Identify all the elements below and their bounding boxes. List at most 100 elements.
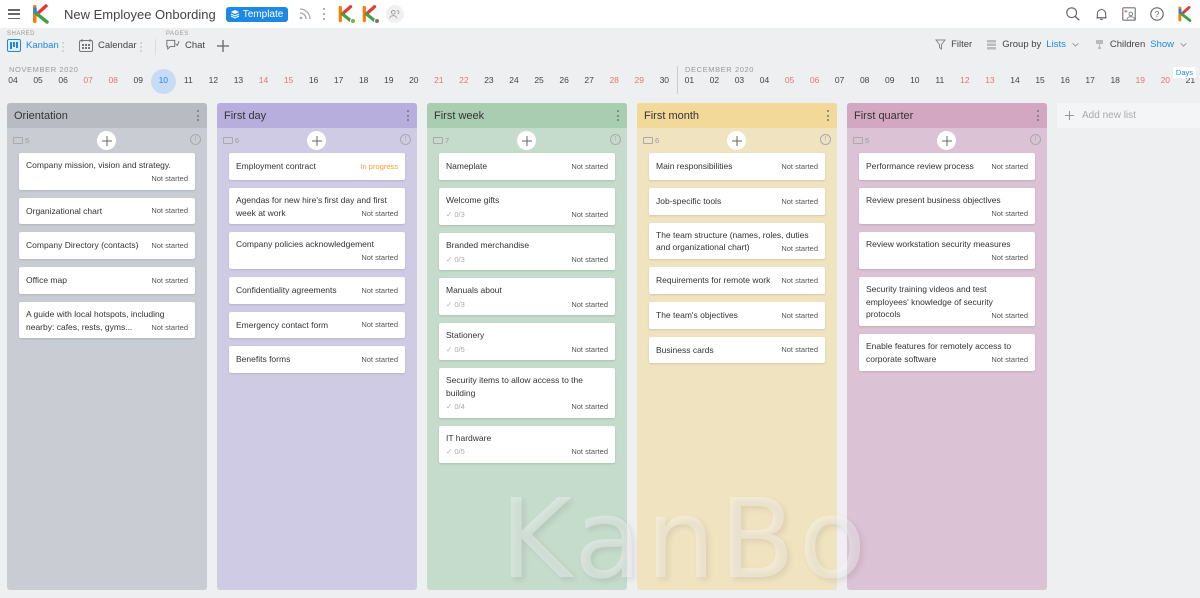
task-card[interactable]: Not started The team structure (names, ro… <box>649 222 825 259</box>
rss-icon[interactable] <box>298 7 312 21</box>
timeline-day[interactable]: 12 <box>953 75 977 85</box>
task-card[interactable]: Nameplate Not started <box>439 153 615 180</box>
add-card-button[interactable] <box>937 131 956 150</box>
task-card[interactable]: Security items to allow access to the bu… <box>439 367 615 418</box>
timeline-day[interactable]: 01 <box>677 75 701 85</box>
task-card[interactable]: The team's objectives Not started <box>649 301 825 329</box>
timeline-day[interactable]: 30 <box>652 75 676 85</box>
timeline-day[interactable]: 04 <box>1 75 25 85</box>
task-card[interactable]: Employment contract In progress <box>229 153 405 180</box>
list-header[interactable]: First quarter <box>847 103 1047 128</box>
timeline-day[interactable]: 09 <box>878 75 902 85</box>
timeline-day[interactable]: 13 <box>226 75 250 85</box>
search-icon[interactable] <box>1064 5 1082 23</box>
timeline-day[interactable]: 17 <box>1078 75 1102 85</box>
timeline-day[interactable]: 12 <box>201 75 225 85</box>
more-options-icon[interactable] <box>322 8 326 20</box>
task-card[interactable]: Requirements for remote work Not started <box>649 267 825 294</box>
task-card[interactable]: Office map Not started <box>19 267 195 294</box>
timeline-day[interactable]: 18 <box>352 75 376 85</box>
task-card[interactable]: Not started A guide with local hotspots, … <box>19 301 195 339</box>
info-icon[interactable]: ! <box>190 134 201 145</box>
timeline-day[interactable]: 28 <box>602 75 626 85</box>
task-card[interactable]: Performance review process Not started <box>859 153 1035 180</box>
task-card[interactable]: IT hardware ✓ 0/5 Not started <box>439 425 615 463</box>
list-menu-icon[interactable] <box>616 110 620 121</box>
timeline-day[interactable]: 14 <box>252 75 276 85</box>
timeline-day[interactable]: 13 <box>978 75 1002 85</box>
timeline-day[interactable]: 14 <box>1003 75 1027 85</box>
task-card[interactable]: Main responsibilities Not started <box>649 153 825 180</box>
task-card[interactable]: Manuals about ✓ 0/3 Not started <box>439 277 615 315</box>
timeline-day[interactable]: 17 <box>327 75 351 85</box>
kanbo-home-logo[interactable] <box>1176 5 1194 23</box>
list-menu-icon[interactable] <box>826 110 830 121</box>
timeline-day[interactable]: 25 <box>527 75 551 85</box>
days-zoom-button[interactable]: Days <box>1172 67 1196 78</box>
list-header[interactable]: First week <box>427 103 627 128</box>
timeline-day[interactable]: 07 <box>76 75 100 85</box>
add-new-list-button[interactable]: Add new list <box>1057 103 1200 128</box>
list-header[interactable]: Orientation <box>7 103 207 128</box>
kanbo-logo[interactable] <box>30 3 52 25</box>
task-card[interactable]: Company mission, vision and strategy. Not… <box>19 153 195 190</box>
tab-calendar[interactable]: Calendar <box>79 39 137 52</box>
timeline-day[interactable]: 09 <box>126 75 150 85</box>
list-menu-icon[interactable] <box>196 110 200 121</box>
timeline-day[interactable]: 08 <box>853 75 877 85</box>
task-card[interactable]: Branded merchandise ✓ 0/3 Not started <box>439 232 615 270</box>
add-page-icon[interactable] <box>216 39 230 53</box>
tab-kanban[interactable]: Kanban <box>7 39 59 52</box>
info-icon[interactable]: ! <box>1030 134 1041 145</box>
timeline-day[interactable]: 27 <box>577 75 601 85</box>
filter-button[interactable]: Filter <box>935 39 972 50</box>
task-card[interactable]: Emergency contact form Not started <box>229 311 405 339</box>
info-icon[interactable]: ! <box>820 134 831 145</box>
info-icon[interactable]: ! <box>400 134 411 145</box>
timeline-day[interactable]: 02 <box>702 75 726 85</box>
info-icon[interactable]: ! <box>610 134 621 145</box>
timeline-day[interactable]: 15 <box>277 75 301 85</box>
list-header[interactable]: First day <box>217 103 417 128</box>
timeline-day[interactable]: 29 <box>627 75 651 85</box>
timeline-day[interactable]: 23 <box>477 75 501 85</box>
timeline-day[interactable]: 16 <box>302 75 326 85</box>
manage-users-icon[interactable] <box>386 5 405 23</box>
timeline-day[interactable]: 16 <box>1053 75 1077 85</box>
task-card[interactable]: Review present business objectives Not st… <box>859 187 1035 225</box>
list-menu-icon[interactable] <box>406 110 410 121</box>
timeline-day[interactable]: 04 <box>753 75 777 85</box>
add-card-button[interactable] <box>517 131 536 150</box>
task-card[interactable]: Review workstation security measures Not … <box>859 232 1035 269</box>
task-card[interactable]: Stationery ✓ 0/5 Not started <box>439 322 615 360</box>
timeline-day[interactable]: 15 <box>1028 75 1052 85</box>
children-button[interactable]: Children Show <box>1094 39 1188 50</box>
timeline-day[interactable]: 18 <box>1103 75 1127 85</box>
timeline-day[interactable]: 06 <box>803 75 827 85</box>
task-card[interactable]: Business cards Not started <box>649 336 825 364</box>
add-card-button[interactable] <box>307 131 326 150</box>
timeline-day[interactable]: 07 <box>828 75 852 85</box>
bell-icon[interactable] <box>1092 5 1110 23</box>
timeline-day[interactable]: 19 <box>1128 75 1152 85</box>
list-header[interactable]: First month <box>637 103 837 128</box>
profile-card-icon[interactable] <box>1120 5 1138 23</box>
timeline-day[interactable]: 24 <box>502 75 526 85</box>
task-card[interactable]: Company Directory (contacts) Not started <box>19 232 195 259</box>
task-card[interactable]: Company policies acknowledgement Not star… <box>229 232 405 269</box>
tab-chat[interactable]: Chat <box>166 39 205 52</box>
task-card[interactable]: Not started Enable features for remotely … <box>859 334 1035 371</box>
group-by-button[interactable]: Group by Lists <box>986 39 1080 50</box>
add-card-button[interactable] <box>727 131 746 150</box>
task-card[interactable]: Organizational chart Not started <box>19 197 195 225</box>
tab-kanban-options-icon[interactable] <box>62 42 64 52</box>
timeline-day[interactable]: 19 <box>377 75 401 85</box>
avatar[interactable] <box>360 4 381 24</box>
add-card-button[interactable] <box>97 131 116 150</box>
timeline-day[interactable]: 20 <box>402 75 426 85</box>
task-card[interactable]: Not started Agendas for new hire's first … <box>229 187 405 225</box>
timeline-day[interactable]: 11 <box>928 75 952 85</box>
timeline-day[interactable]: 10 <box>903 75 927 85</box>
timeline-day[interactable]: 21 <box>427 75 451 85</box>
template-badge[interactable]: Template <box>225 6 289 22</box>
